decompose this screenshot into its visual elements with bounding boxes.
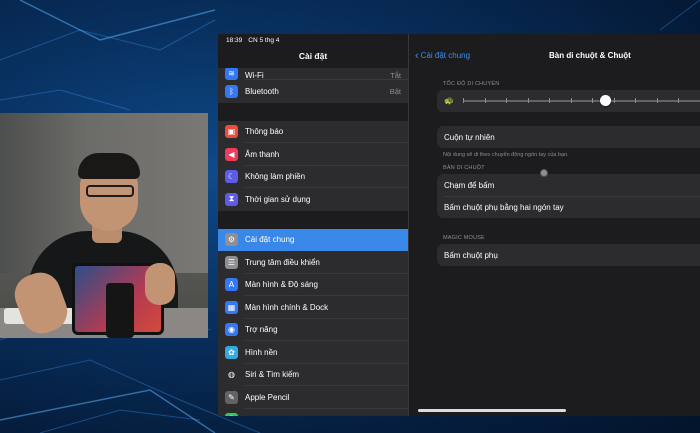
slider-tick: [463, 98, 464, 103]
sidebar-item-wifi[interactable]: ≋ Wi-Fi Tắt: [218, 68, 408, 80]
slider-tick: [506, 98, 508, 103]
tracking-speed-slider[interactable]: 🐢: [437, 90, 700, 112]
tracking-speed-group: 🐢: [437, 90, 700, 112]
pencil-icon: ✎: [225, 390, 238, 404]
section-label-trackpad: BÀN DI CHUỘT: [443, 165, 485, 171]
secondary-click-row[interactable]: Bấm chuột phụ: [437, 244, 700, 266]
sidebar-item-label: Thời gian sử dụng: [245, 194, 311, 204]
slider-tick: [570, 98, 572, 103]
presenter-camera-video: [0, 113, 208, 338]
slider-track: [463, 100, 700, 102]
turtle-icon: 🐢: [444, 96, 454, 105]
sidebar-item-label: Màn hình chính & Dock: [245, 302, 329, 312]
moon-icon: ☾: [225, 170, 238, 184]
slider-tick: [635, 98, 637, 103]
navigation-bar: ‹ Cài đặt chung Bàn di chuột & Chuột: [409, 34, 700, 68]
status-date: CN 5 thg 4: [248, 36, 280, 44]
slider-tick: [592, 98, 594, 103]
natural-scroll-note: Nội dung sẽ di theo chuyển động ngón tay…: [443, 152, 569, 158]
sidebar-item-label: Thông báo: [245, 127, 284, 137]
sidebar-item-gear[interactable]: ⚙ Cài đặt chung: [218, 228, 408, 251]
sidebar-item-value: Bật: [389, 86, 401, 96]
settings-sidebar: Cài đặt ≋ Wi-Fi Tắt ᛒ Bluetooth Bật ▣ Thông bá…: [218, 34, 408, 416]
bluetooth-icon: ᛒ: [225, 84, 238, 98]
slider-tick: [678, 98, 680, 103]
sidebar-item-label: Wi-Fi: [245, 71, 264, 80]
back-button-label: Cài đặt chung: [420, 51, 471, 60]
magic-mouse-group: Bấm chuột phụ: [437, 244, 700, 266]
sidebar-item-faceid[interactable]: ☺ Face ID & Mật mã: [218, 409, 408, 416]
sidebar-item-label: Màn hình & Độ sáng: [245, 280, 318, 290]
slider-tick: [549, 98, 551, 103]
sidebar-item-wallpaper[interactable]: ✿ Hình nền: [218, 341, 408, 364]
control-center-icon: ☰: [225, 255, 238, 269]
back-button[interactable]: ‹ Cài đặt chung: [415, 49, 471, 62]
sidebar-item-pencil[interactable]: ✎ Apple Pencil: [218, 386, 408, 409]
natural-scroll-label: Cuộn tự nhiên: [444, 132, 495, 142]
sidebar-item-home-grid[interactable]: ▦ Màn hình chính & Dock: [218, 296, 408, 319]
sidebar-item-siri[interactable]: ◍ Siri & Tìm kiếm: [218, 364, 408, 387]
sidebar-item-moon[interactable]: ☾ Không làm phiền: [218, 166, 408, 189]
wifi-icon: ≋: [225, 68, 238, 80]
sound-icon: ◀: [225, 147, 238, 161]
page-title: Bàn di chuột & Chuột: [549, 51, 631, 60]
tap-to-click-row[interactable]: Chạm để bấm: [437, 174, 700, 196]
sidebar-section-notifications: ▣ Thông báo ◀ Âm thanh ☾ Không làm phiền ⧗ Thời…: [218, 120, 408, 211]
sidebar-item-label: Bluetooth: [245, 86, 279, 96]
sidebar-item-label: Hình nền: [245, 347, 278, 357]
sidebar-item-display[interactable]: A Màn hình & Độ sáng: [218, 274, 408, 297]
section-label-magic-mouse: MAGIC MOUSE: [443, 235, 485, 241]
section-label-tracking-speed: TỐC ĐỘ DI CHUYỂN: [443, 81, 500, 87]
secondary-click-label: Bấm chuột phụ: [444, 250, 498, 260]
tap-to-click-label: Chạm để bấm: [444, 180, 495, 190]
faceid-icon: ☺: [225, 413, 238, 416]
ipad-screen: 18:39 CN 5 thg 4 Cài đặt ≋ Wi-Fi Tắt ᛒ Bluet…: [218, 34, 700, 416]
siri-icon: ◍: [225, 368, 238, 382]
natural-scroll-group: Cuộn tự nhiên: [437, 126, 700, 148]
pointer-cursor: [540, 169, 548, 177]
slider-tick: [527, 98, 529, 103]
sidebar-item-label: Âm thanh: [245, 149, 280, 159]
chevron-left-icon: ‹: [415, 49, 419, 62]
sidebar-item-control-center[interactable]: ☰ Trung tâm điều khiển: [218, 251, 408, 274]
accessibility-icon: ◉: [225, 323, 238, 337]
hourglass-icon: ⧗: [225, 192, 238, 206]
notifications-icon: ▣: [225, 125, 238, 139]
sidebar-item-label: Siri & Tìm kiếm: [245, 370, 300, 380]
sidebar-item-label: Trung tâm điều khiển: [245, 257, 320, 267]
trackpad-group: Chạm để bấm Bấm chuột phụ bằng hai ngón …: [437, 174, 700, 218]
sidebar-item-label: Face ID & Mật mã: [245, 415, 309, 416]
sidebar-item-label: Không làm phiền: [245, 172, 306, 182]
status-time: 18:39: [226, 36, 243, 44]
sidebar-item-label: Trợ năng: [245, 325, 278, 335]
detail-pane: ‹ Cài đặt chung Bàn di chuột & Chuột TỐC…: [409, 34, 700, 416]
sidebar-item-label: Cài đặt chung: [245, 235, 295, 245]
sidebar-item-bluetooth[interactable]: ᛒ Bluetooth Bật: [218, 80, 408, 103]
home-grid-icon: ▦: [225, 300, 238, 314]
sidebar-item-sound[interactable]: ◀ Âm thanh: [218, 143, 408, 166]
sidebar-item-hourglass[interactable]: ⧗ Thời gian sử dụng: [218, 188, 408, 211]
slider-tick: [656, 98, 658, 103]
slider-tick: [484, 98, 486, 103]
sidebar-item-value: Tắt: [390, 71, 401, 80]
gear-icon: ⚙: [225, 233, 238, 247]
natural-scroll-row[interactable]: Cuộn tự nhiên: [437, 126, 700, 148]
sidebar-item-notifications[interactable]: ▣ Thông báo: [218, 121, 408, 144]
two-finger-secondary-click-row[interactable]: Bấm chuột phụ bằng hai ngón tay: [437, 196, 700, 218]
home-indicator[interactable]: [418, 409, 566, 412]
slider-tick: [613, 98, 615, 103]
sidebar-item-label: Apple Pencil: [245, 392, 290, 402]
display-icon: A: [225, 278, 238, 292]
sidebar-section-general: ⚙ Cài đặt chung ☰ Trung tâm điều khiển A Màn …: [218, 228, 408, 416]
two-finger-click-label: Bấm chuột phụ bằng hai ngón tay: [444, 202, 564, 212]
status-bar: 18:39 CN 5 thg 4: [218, 34, 408, 46]
sidebar-item-accessibility[interactable]: ◉ Trợ năng: [218, 319, 408, 342]
wallpaper-icon: ✿: [225, 345, 238, 359]
slider-knob[interactable]: [599, 95, 611, 106]
sidebar-section-connectivity: ≋ Wi-Fi Tắt ᛒ Bluetooth Bật: [218, 68, 408, 103]
